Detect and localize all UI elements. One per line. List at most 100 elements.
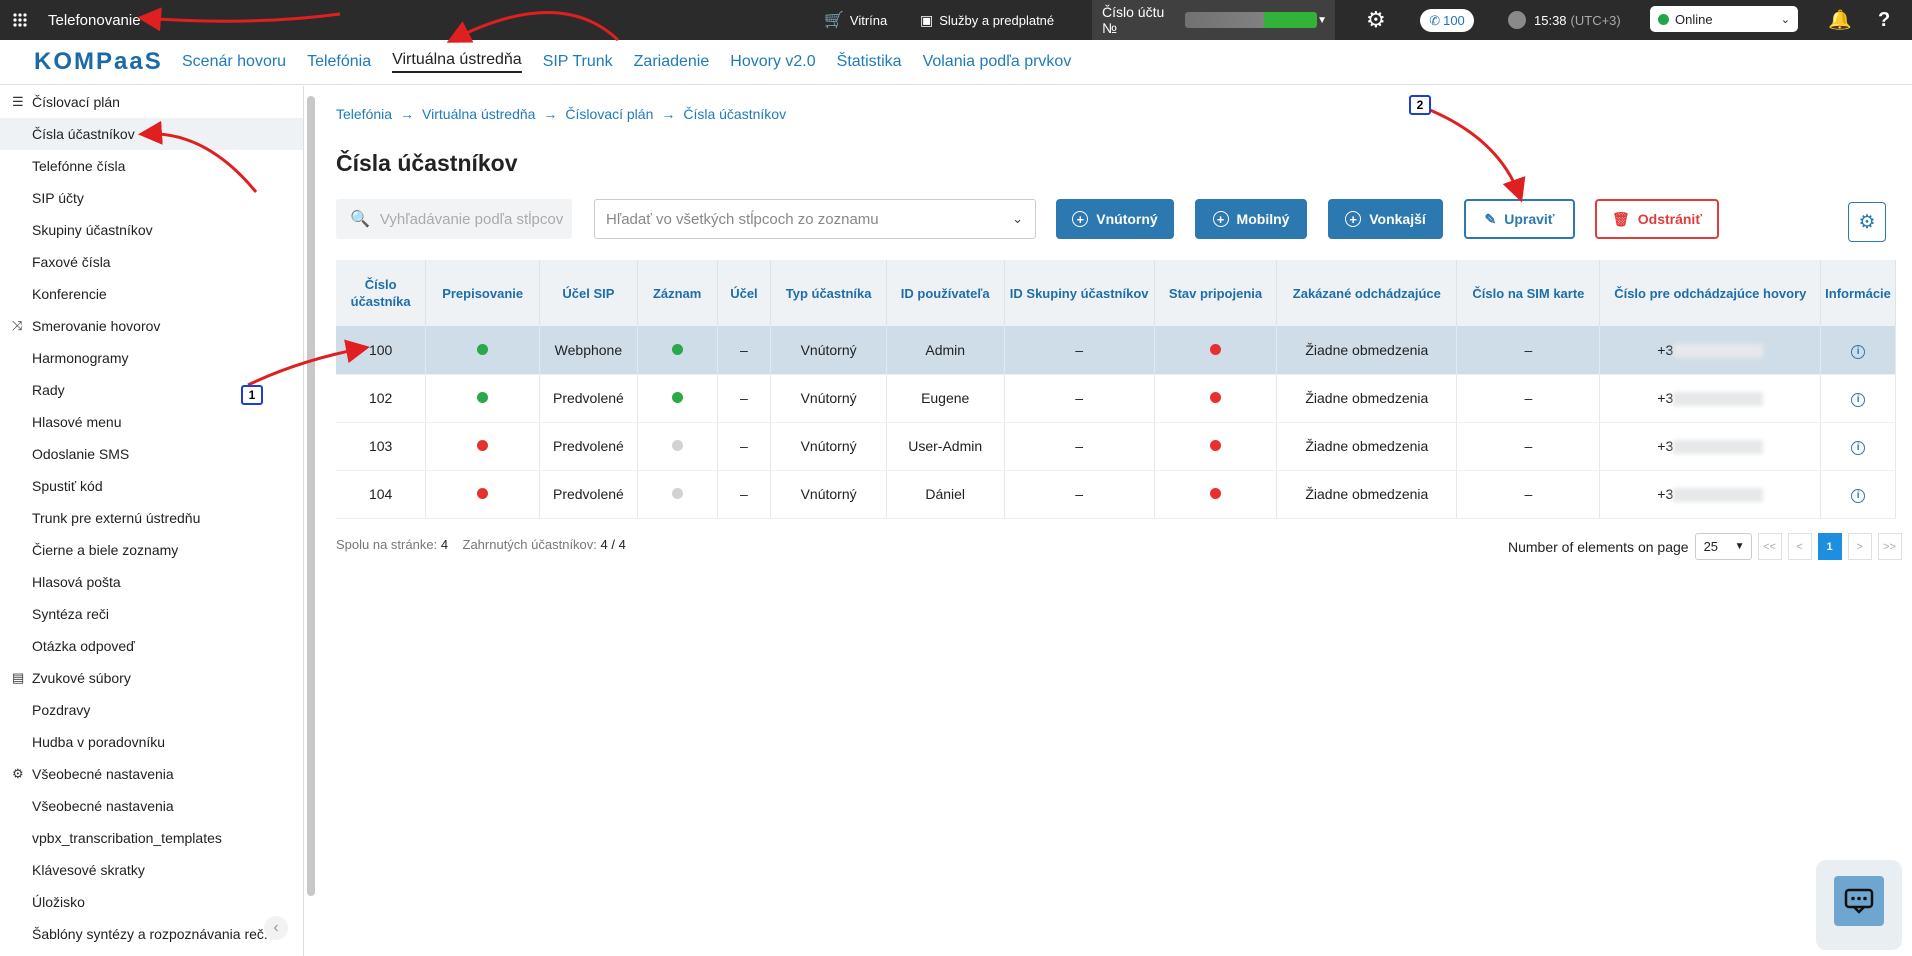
crumb-cisla[interactable]: Čísla účastníkov: [683, 106, 786, 122]
crumb-telefonia[interactable]: Telefónia: [336, 106, 392, 122]
sidebar-item-klavesove[interactable]: Klávesové skratky: [0, 854, 303, 886]
sidebar-item-odoslanie-sms[interactable]: Odoslanie SMS: [0, 438, 303, 470]
nav-virtualna-ustredna[interactable]: Virtuálna ústredňa: [392, 51, 522, 73]
sidebar-item-zoznamy[interactable]: Čierne a biele zoznamy: [0, 534, 303, 566]
status-select[interactable]: Online ⌄: [1650, 6, 1798, 32]
nav-telefonia[interactable]: Telefónia: [307, 53, 371, 71]
chat-widget[interactable]: [1816, 860, 1902, 950]
info-icon[interactable]: i: [1851, 344, 1866, 359]
columns-select[interactable]: Hľadať vo všetkých stĺpcoch zo zoznamu ⌄: [594, 199, 1036, 239]
sidebar-scrollbar[interactable]: [307, 96, 315, 896]
cell-sim: –: [1456, 422, 1601, 471]
col-typ[interactable]: Typ účastníka: [770, 260, 887, 326]
sidebar-item-trunk[interactable]: Trunk pre externú ústredňu: [0, 502, 303, 534]
sidebar-item-otazka[interactable]: Otázka odpoveď: [0, 630, 303, 662]
col-cislo[interactable]: Číslo účastníka: [336, 260, 427, 326]
apps-grid-icon[interactable]: [0, 0, 40, 40]
cell-info: i: [1820, 326, 1896, 375]
nav-sip-trunk[interactable]: SIP Trunk: [543, 53, 613, 71]
sidebar-item-skupiny[interactable]: Skupiny účastníkov: [0, 214, 303, 246]
table-row[interactable]: 103 Predvolené – Vnútorný User-Admin – Žiadne …: [336, 422, 1896, 471]
sidebar-item-telefonne-cisla[interactable]: Telefónne čísla: [0, 150, 303, 182]
search-input[interactable]: 🔍 Vyhľadávanie podľa stĺpcov: [336, 199, 572, 239]
purpose: –: [740, 341, 748, 358]
sidebar-group-smerovanie[interactable]: ⤨ Smerovanie hovorov: [0, 310, 303, 342]
col-sim[interactable]: Číslo na SIM karte: [1456, 260, 1601, 326]
sidebar-item-cisla-ucastnikov[interactable]: Čísla účastníkov: [0, 118, 303, 150]
cell-forbid: Žiadne obmedzenia: [1276, 326, 1458, 375]
collapse-sidebar-icon[interactable]: ‹: [264, 916, 288, 940]
crumb-cislovaci[interactable]: Číslovací plán: [565, 106, 653, 122]
blurred-number: [1673, 440, 1764, 455]
bell-icon[interactable]: 🔔: [1828, 0, 1852, 40]
add-external-button[interactable]: + Vonkajší: [1328, 199, 1443, 239]
sidebar-group-vseobecne[interactable]: ⚙ Všeobecné nastavenia: [0, 758, 303, 790]
cell-sip: Webphone: [539, 326, 638, 375]
cell-outnum: +3: [1599, 326, 1822, 375]
sidebar-item-hlasove-menu[interactable]: Hlasové menu: [0, 406, 303, 438]
sidebar-item-spustit-kod[interactable]: Spustiť kód: [0, 470, 303, 502]
sidebar-item-synteza[interactable]: Syntéza reči: [0, 598, 303, 630]
info-icon[interactable]: i: [1851, 392, 1866, 407]
delete-button[interactable]: 🗑 Odstrániť: [1595, 199, 1719, 239]
help-icon[interactable]: ?: [1878, 0, 1890, 40]
col-out-number[interactable]: Číslo pre odchádzajúce hovory: [1599, 260, 1822, 326]
col-ucel-sip[interactable]: Účel SIP: [539, 260, 638, 326]
sidebar-item-vseobecne[interactable]: Všeobecné nastavenia: [0, 790, 303, 822]
cell-purpose: –: [717, 374, 772, 423]
sidebar-item-sip-ucty[interactable]: SIP účty: [0, 182, 303, 214]
online-dot-icon: [1658, 13, 1669, 25]
nav-hovory[interactable]: Hovory v2.0: [730, 53, 815, 71]
table-settings-gear-icon[interactable]: ⚙: [1848, 202, 1886, 242]
page-1-button[interactable]: 1: [1817, 533, 1842, 560]
sidebar-item-vpbx[interactable]: vpbx_transcribation_templates: [0, 822, 303, 854]
account-selector[interactable]: Číslo účtu № ▼: [1092, 0, 1335, 40]
sidebar-item-pozdravy[interactable]: Pozdravy: [0, 694, 303, 726]
nav-volania[interactable]: Volania podľa prvkov: [923, 53, 1072, 71]
calls-counter[interactable]: ✆ 100: [1420, 9, 1474, 32]
next-page-button[interactable]: >: [1847, 533, 1872, 560]
nav-statistika[interactable]: Štatistika: [837, 53, 902, 71]
table-row[interactable]: 100 Webphone – Vnútorný Admin – Žiadne obmedze…: [336, 326, 1896, 375]
col-stav[interactable]: Stav pripojenia: [1154, 260, 1278, 326]
sidebar-item-konferencie[interactable]: Konferencie: [0, 278, 303, 310]
user-clock[interactable]: 15:38 (UTC+3): [1508, 0, 1621, 40]
add-internal-button[interactable]: + Vnútorný: [1056, 199, 1174, 239]
prev-page-button[interactable]: <: [1787, 533, 1812, 560]
sidebar-item-hudba[interactable]: Hudba v poradovníku: [0, 726, 303, 758]
cell-group: –: [1004, 470, 1155, 519]
col-ucel[interactable]: Účel: [717, 260, 772, 326]
nav-scenar[interactable]: Scenár hovoru: [182, 53, 286, 71]
info-icon[interactable]: i: [1851, 440, 1866, 455]
col-zakazane[interactable]: Zakázané odchádzajúce: [1276, 260, 1458, 326]
col-informacie[interactable]: Informácie: [1820, 260, 1896, 326]
sidebar-group-label: Číslovací plán: [32, 94, 120, 110]
col-zaznam[interactable]: Záznam: [637, 260, 718, 326]
sidebar-item-harmonogramy[interactable]: Harmonogramy: [0, 342, 303, 374]
sidebar-group-label: Všeobecné nastavenia: [32, 766, 174, 782]
first-page-button[interactable]: <<: [1757, 533, 1782, 560]
sidebar-group-cislovaci-plan[interactable]: ☰ Číslovací plán: [0, 86, 303, 118]
nav-zariadenie[interactable]: Zariadenie: [634, 53, 710, 71]
outgoing-number: +3: [1657, 341, 1674, 358]
sidebar-item-sablony[interactable]: Šablóny syntézy a rozpoznávania reč.: [0, 918, 303, 950]
info-icon[interactable]: i: [1851, 488, 1866, 503]
col-id-pouzivatela[interactable]: ID používateľa: [886, 260, 1005, 326]
table-row[interactable]: 104 Predvolené – Vnútorný Dániel – Žiadne obme…: [336, 470, 1896, 519]
sidebar-item-faxove[interactable]: Faxové čísla: [0, 246, 303, 278]
per-page-select[interactable]: 25 ▼: [1694, 533, 1752, 560]
add-mobile-button[interactable]: + Mobilný: [1195, 199, 1307, 239]
status-dot-icon: [477, 440, 489, 451]
sidebar-group-zvukove[interactable]: ▤ Zvukové súbory: [0, 662, 303, 694]
edit-button[interactable]: ✎ Upraviť: [1464, 199, 1575, 239]
sidebar-item-ulozisko[interactable]: Úložisko: [0, 886, 303, 918]
services-link[interactable]: ▣ Služby a predplatné: [920, 0, 1054, 40]
vitrina-link[interactable]: 🛒 Vitrína: [824, 0, 887, 40]
table-row[interactable]: 102 Predvolené – Vnútorný Eugene – Žiadne obme…: [336, 374, 1896, 423]
settings-gear-icon[interactable]: ⚙: [1366, 0, 1386, 40]
crumb-virtualna[interactable]: Virtuálna ústredňa: [422, 106, 535, 122]
col-id-skupiny[interactable]: ID Skupiny účastníkov: [1004, 260, 1155, 326]
col-prepisovanie[interactable]: Prepisovanie: [425, 260, 541, 326]
last-page-button[interactable]: >>: [1877, 533, 1902, 560]
sidebar-item-hlasova-posta[interactable]: Hlasová pošta: [0, 566, 303, 598]
